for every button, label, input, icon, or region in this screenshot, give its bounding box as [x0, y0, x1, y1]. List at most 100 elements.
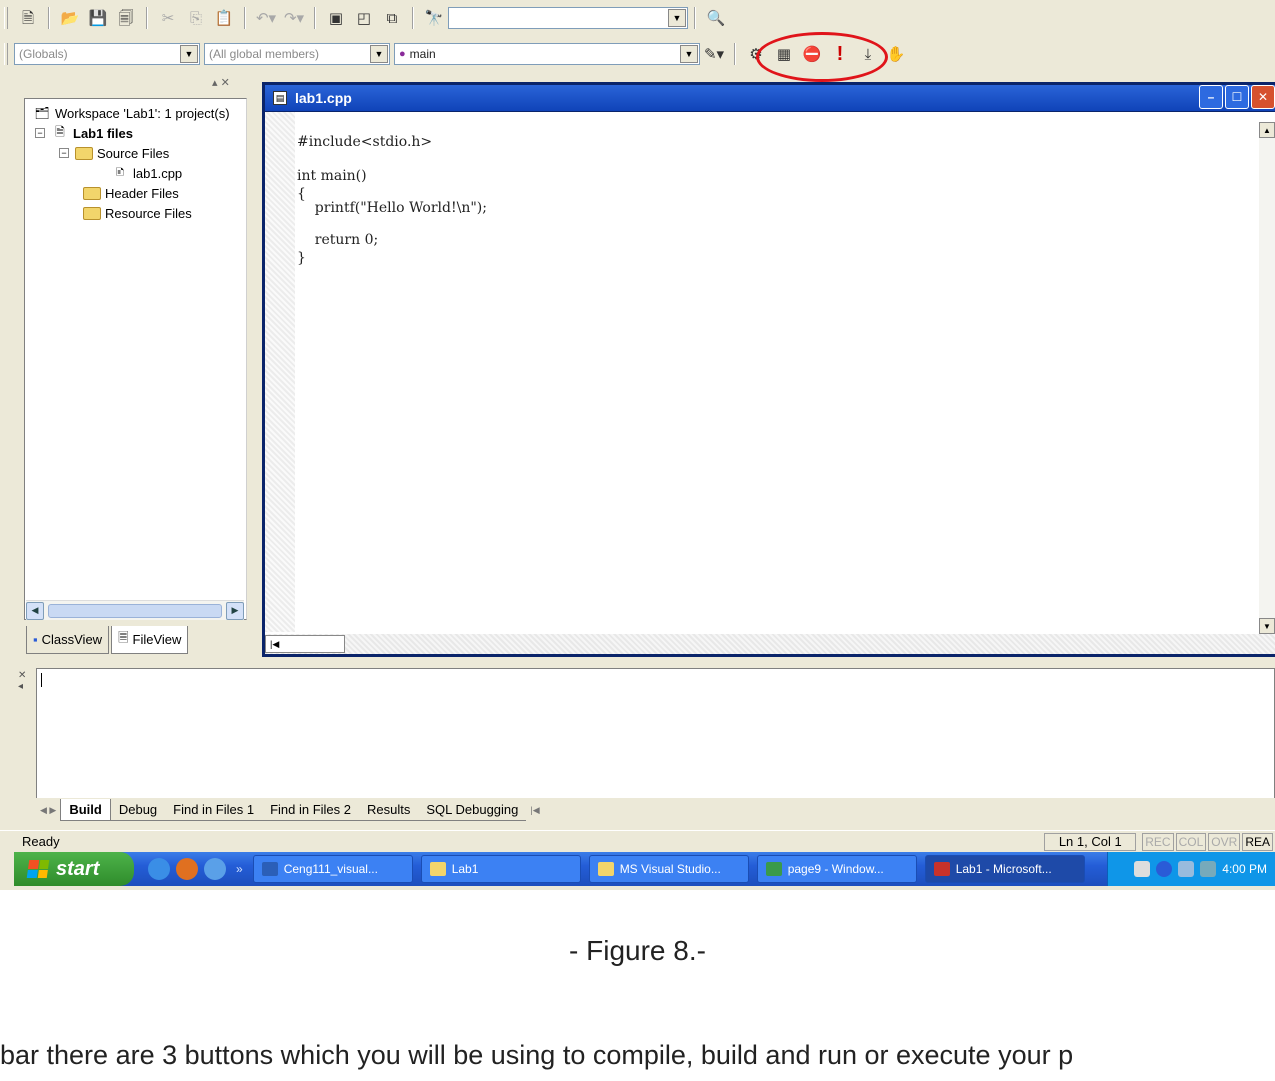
taskbar-item[interactable]: page9 - Window... [756, 855, 917, 883]
toolbar-grip[interactable] [4, 7, 8, 29]
minimize-icon[interactable]: – [1199, 85, 1223, 109]
scroll-thumb[interactable] [48, 603, 222, 618]
tree-item-source-files[interactable]: − Source Files [59, 143, 169, 163]
tab-results[interactable]: Results [359, 799, 419, 821]
tab-sql-debugging[interactable]: SQL Debugging [418, 799, 527, 821]
toolbar-separator [412, 7, 414, 29]
redo-icon[interactable]: ↷▾ [282, 6, 306, 30]
output-text-area[interactable] [36, 668, 1275, 804]
scroll-right-icon[interactable]: ▶ [226, 601, 244, 620]
tab-build[interactable]: Build [60, 799, 111, 821]
function-combo[interactable]: ● main ▼ [394, 43, 700, 65]
toolbar-grip[interactable] [4, 43, 8, 65]
save-icon[interactable]: 💾 [86, 6, 110, 30]
members-combo[interactable]: (All global members) ▼ [204, 43, 390, 65]
text-caret [41, 673, 42, 687]
workspace-horizontal-scrollbar[interactable]: ◀ ▶ [26, 600, 244, 620]
tab-debug[interactable]: Debug [110, 799, 166, 821]
tab-scroll-icon[interactable]: ◀ ▶ [36, 805, 60, 816]
scroll-left-icon[interactable]: ◀ [26, 601, 44, 620]
chevron-down-icon[interactable]: ▼ [668, 9, 686, 27]
browser-icon[interactable] [204, 858, 226, 880]
windows-taskbar: start » Ceng111_visual... Lab1 MS Visual… [14, 852, 1275, 886]
new-text-file-icon[interactable]: 🗎 [16, 6, 40, 30]
window-list-icon[interactable]: ⧉ [380, 6, 404, 30]
copy-icon[interactable]: ⎘ [184, 6, 208, 30]
visual-cpp-ide-window: 🗎 📂 💾 🗐 ✂ ⎘ 📋 ↶▾ ↷▾ ▣ ◰ ⧉ 🔭 ▼ 🔍 (Globals… [0, 0, 1275, 890]
chevron-down-icon[interactable]: ▼ [680, 45, 698, 63]
clock: 4:00 PM [1222, 862, 1267, 876]
scroll-left-icon[interactable]: |◀ [265, 635, 345, 653]
task-label: page9 - Window... [787, 862, 884, 876]
quick-launch: » [148, 858, 253, 880]
editor-horizontal-scrollbar[interactable]: |◀ [265, 634, 1275, 654]
scroll-down-icon[interactable]: ▼ [1259, 618, 1275, 634]
undo-icon[interactable]: ↶▾ [254, 6, 278, 30]
tree-item-lab1-cpp[interactable]: 🗈 lab1.cpp [111, 163, 183, 183]
chevron-down-icon[interactable]: ▼ [370, 45, 388, 63]
workspace-tabs: ▪ ClassView 🗏 FileView [26, 626, 190, 656]
find-combo[interactable]: ▼ [448, 7, 688, 29]
editor-title-bar[interactable]: ▤ lab1.cpp [265, 85, 1275, 111]
taskbar-item[interactable]: Lab1 - Microsoft... [924, 855, 1085, 883]
tab-find-in-files-2[interactable]: Find in Files 2 [262, 799, 359, 821]
taskbar-item[interactable]: Lab1 [420, 855, 581, 883]
taskbar-item[interactable]: Ceng111_visual... [252, 855, 413, 883]
tab-classview[interactable]: ▪ ClassView [26, 626, 110, 654]
volume-icon[interactable] [1178, 861, 1195, 877]
function-combo-value: main [409, 47, 436, 61]
folder-icon [429, 862, 446, 876]
code-line: return 0; [297, 232, 379, 248]
keyboard-icon[interactable] [1134, 861, 1151, 877]
output-pane-controls[interactable]: ✕ ◂ [18, 670, 26, 692]
chevron-down-icon[interactable]: ▼ [180, 45, 198, 63]
scroll-up-icon[interactable]: ▲ [1259, 122, 1275, 138]
toolbar-separator [314, 7, 316, 29]
tree-item-workspace[interactable]: 🗂 Workspace 'Lab1': 1 project(s) [33, 103, 229, 123]
tab-find-in-files-1[interactable]: Find in Files 1 [165, 799, 263, 821]
find-icon[interactable]: 🔍 [704, 6, 728, 30]
workspace-icon[interactable]: ▣ [324, 6, 348, 30]
tree-item-resource-files[interactable]: Resource Files [83, 203, 192, 223]
cut-icon[interactable]: ✂ [156, 6, 180, 30]
network-icon[interactable] [1200, 861, 1217, 877]
project-icon: 🗎 [55, 124, 65, 139]
tree-item-header-files[interactable]: Header Files [83, 183, 179, 203]
wizard-actions-icon[interactable]: ✎▾ [702, 42, 726, 66]
class-combo[interactable]: (Globals) ▼ [14, 43, 200, 65]
chevron-right-icon[interactable]: » [236, 862, 243, 876]
tray-expand-icon[interactable] [1156, 861, 1173, 877]
paste-icon[interactable]: 📋 [212, 6, 236, 30]
save-all-icon[interactable]: 🗐 [114, 6, 138, 30]
task-label: Lab1 [451, 862, 479, 876]
firefox-icon[interactable] [176, 858, 198, 880]
tab-scroll-left-icon[interactable]: |◀ [526, 805, 543, 816]
tree-label: Lab1 files [73, 125, 133, 141]
start-button[interactable]: start [14, 852, 134, 886]
cpp-file-icon: 🗈 [115, 164, 125, 179]
start-label: start [56, 857, 100, 880]
maximize-icon[interactable]: ☐ [1225, 85, 1249, 109]
tree-label: Source Files [97, 145, 170, 161]
fileview-icon: 🗏 [118, 629, 129, 645]
code-editor[interactable]: #include<stdio.h> int main() { printf("H… [265, 112, 1275, 654]
collapse-icon[interactable]: − [59, 148, 69, 158]
close-icon[interactable]: ✕ [1251, 85, 1275, 109]
editor-vertical-scrollbar[interactable]: ▲ ▼ [1259, 122, 1275, 634]
taskbar-item[interactable]: MS Visual Studio... [588, 855, 749, 883]
tree-item-lab1-files[interactable]: − 🗎 Lab1 files [35, 123, 133, 143]
tab-fileview[interactable]: 🗏 FileView [111, 626, 189, 654]
workspace-pane-controls[interactable]: ▴ ✕ [212, 76, 230, 89]
output-icon[interactable]: ◰ [352, 6, 376, 30]
internet-explorer-icon[interactable] [148, 858, 170, 880]
open-icon[interactable]: 📂 [58, 6, 82, 30]
find-in-files-icon[interactable]: 🔭 [422, 6, 446, 30]
tree-label: Resource Files [105, 205, 192, 221]
indicator-rec: REC [1142, 832, 1174, 851]
visual-studio-icon [933, 862, 950, 876]
word-document-icon [261, 862, 278, 876]
tree-label: lab1.cpp [133, 165, 183, 181]
editor-gutter[interactable] [265, 112, 295, 632]
collapse-icon[interactable]: − [35, 128, 45, 138]
toolbar-separator [694, 7, 696, 29]
